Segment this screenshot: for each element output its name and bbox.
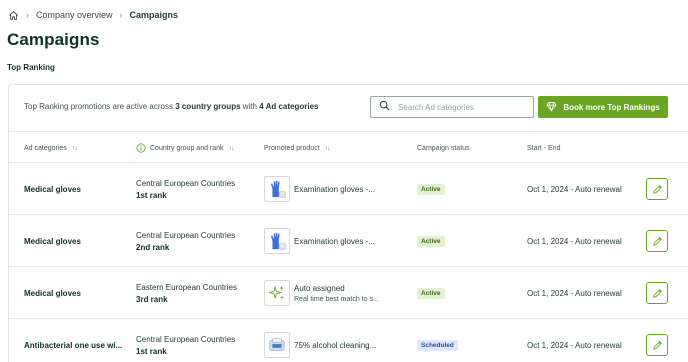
header-ad-categories[interactable]: Ad categories ↑↓ [24,132,78,164]
pencil-icon [652,236,662,246]
book-button-label: Book more Top Rankings [563,102,660,112]
campaign-status: Active [417,215,445,267]
search-icon [379,98,390,116]
country-group-rank: Central European Countries 2nd rank [136,215,235,267]
country-group-rank: Central European Countries 1st rank [136,319,235,362]
table-row: Medical gloves Central European Countrie… [9,163,688,215]
ad-category: Antibacterial one use wi... [24,340,123,350]
home-icon[interactable] [8,10,19,21]
header-label: Start - End [527,144,561,152]
breadcrumb-company-overview[interactable]: Company overview [36,10,113,20]
ad-category: Medical gloves [24,236,81,246]
sort-icon[interactable]: ↑↓ [229,145,235,152]
promoted-product[interactable]: Examination gloves -... [264,215,375,267]
status-badge: Active [417,235,445,247]
rank: 3rd rank [136,294,168,304]
section-title: Top Ranking [7,63,55,72]
country-group: Central European Countries [136,178,236,188]
top-ranking-card: Top Ranking promotions are active across… [8,84,688,362]
ad-category: Medical gloves [24,184,81,194]
promoted-product[interactable]: Examination gloves -... [264,163,375,215]
book-more-top-rankings-button[interactable]: Book more Top Rankings [538,96,668,118]
promoted-product[interactable]: Auto assigned Real time best match to s.… [264,267,379,319]
campaign-status: Scheduled [417,319,458,362]
chevron-right-icon: › [26,10,29,20]
pencil-icon [652,288,662,298]
campaign-status: Active [417,163,445,215]
promoted-product[interactable]: 75% alcohol cleaning... [264,319,376,362]
edit-button[interactable] [646,334,668,356]
summary-categories: 4 Ad categories [259,102,319,111]
sort-icon[interactable]: ↑↓ [325,145,331,152]
breadcrumb: › Company overview › Campaigns [8,8,178,22]
pencil-icon [652,340,662,350]
breadcrumb-campaigns: Campaigns [129,10,179,20]
product-name: Examination gloves -... [294,236,375,246]
country-group: Central European Countries [136,230,236,240]
start-end-date: Oct 1, 2024 - Auto renewal [527,236,622,246]
header-campaign-status: Campaign status [417,132,470,164]
start-end-date: Oct 1, 2024 - Auto renewal [527,184,622,194]
pencil-icon [652,184,662,194]
diamond-icon [546,101,557,114]
header-promoted-product[interactable]: Promoted product ↑↓ [264,132,331,164]
country-group: Eastern European Countries [136,282,237,292]
table-row: Antibacterial one use wi... Central Euro… [9,319,688,362]
country-group-rank: Eastern European Countries 3rd rank [136,267,237,319]
header-label: Country group and rank [150,144,224,152]
summary-text: Top Ranking promotions are active across… [24,102,318,111]
rank: 1st rank [136,346,167,356]
search-box[interactable] [370,96,534,118]
summary-middle: with [240,102,260,111]
campaign-status: Active [417,267,445,319]
sparkle-icon [264,280,290,306]
header-start-end: Start - End [527,132,560,164]
wipes-icon [264,332,290,358]
product-name: Examination gloves -... [294,184,375,194]
gloves-icon [264,228,290,254]
edit-button[interactable] [646,230,668,252]
sort-icon[interactable]: ↑↓ [72,145,78,152]
table-row: Medical gloves Central European Countrie… [9,215,688,267]
header-label: Promoted product [264,144,320,152]
ad-category: Medical gloves [24,288,81,298]
summary-groups: 3 country groups [175,102,241,111]
product-name: 75% alcohol cleaning... [294,340,377,350]
page-title: Campaigns [7,30,100,49]
product-subtitle: Real time best match to s... [294,295,379,303]
header-country-group[interactable]: Country group and rank ↑↓ [136,132,235,164]
rank: 1st rank [136,190,167,200]
status-badge: Scheduled [417,339,458,351]
country-group: Central European Countries [136,334,236,344]
table-header: Ad categories ↑↓ Country group and rank … [9,131,688,163]
gloves-icon [264,176,290,202]
edit-button[interactable] [646,282,668,304]
country-group-rank: Central European Countries 1st rank [136,163,235,215]
chevron-right-icon: › [119,10,123,20]
start-end-date: Oct 1, 2024 - Auto renewal [527,340,622,350]
edit-button[interactable] [646,178,668,200]
search-input[interactable] [398,102,528,112]
status-badge: Active [417,183,445,195]
rank: 2nd rank [136,242,170,252]
product-name: Auto assigned [294,283,345,293]
info-icon[interactable] [136,143,146,153]
start-end-date: Oct 1, 2024 - Auto renewal [527,288,622,298]
header-label: Ad categories [24,144,67,152]
table-row: Medical gloves Eastern European Countrie… [9,267,688,319]
summary-prefix: Top Ranking promotions are active across [24,102,176,111]
header-label: Campaign status [417,144,470,152]
status-badge: Active [417,287,445,299]
